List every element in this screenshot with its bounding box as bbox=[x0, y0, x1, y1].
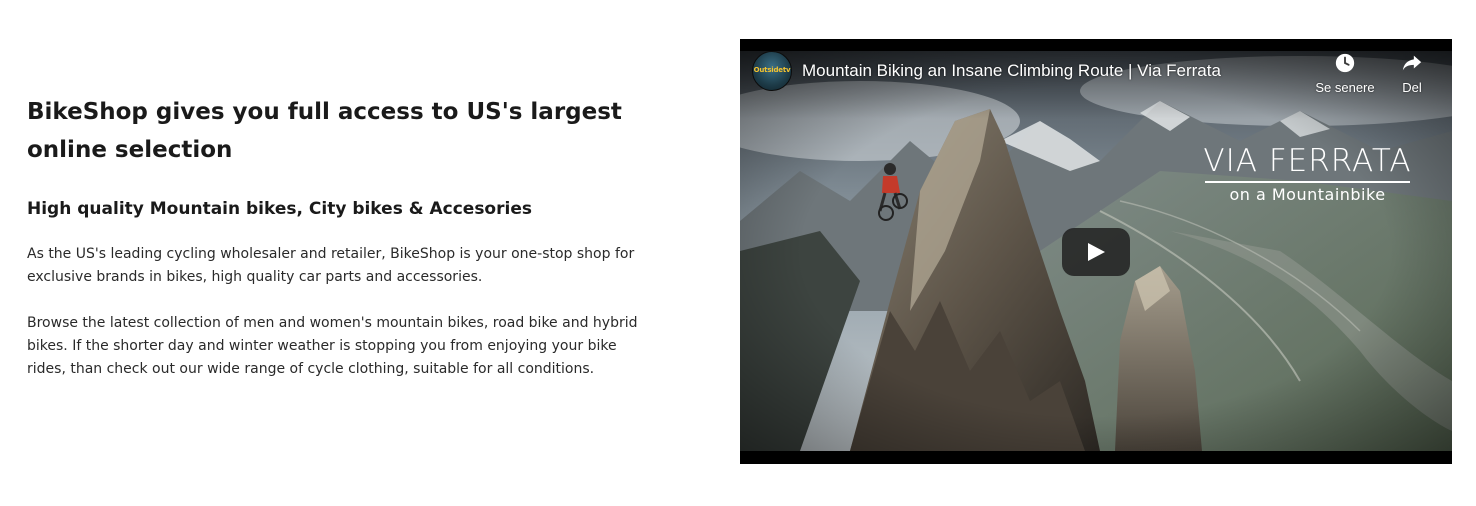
thumbnail-overlay-title: VIA FERRATA on a Mountainbike bbox=[1195, 143, 1420, 204]
overlay-title-main: VIA FERRATA bbox=[1203, 143, 1412, 179]
page-headline: BikeShop gives you full access to US's l… bbox=[27, 99, 622, 163]
page: BikeShop gives you full access to US's l… bbox=[0, 0, 1476, 506]
video-title-link[interactable]: Mountain Biking an Insane Climbing Route… bbox=[802, 61, 1221, 81]
channel-avatar[interactable]: Outsidetv bbox=[752, 51, 792, 91]
play-icon bbox=[1088, 243, 1105, 261]
sub-headline: High quality Mountain bikes, City bikes … bbox=[27, 199, 532, 219]
share-arrow-icon bbox=[1402, 55, 1422, 71]
browse-paragraph: Browse the latest collection of men and … bbox=[27, 315, 638, 377]
share-label: Del bbox=[1402, 80, 1422, 95]
video-embed[interactable]: Outsidetv Mountain Biking an Insane Clim… bbox=[740, 39, 1452, 464]
play-button[interactable] bbox=[1062, 228, 1130, 276]
content-section: BikeShop gives you full access to US's l… bbox=[27, 93, 667, 381]
channel-avatar-logo: Outsidetv bbox=[753, 66, 791, 74]
overlay-title-sub: on a Mountainbike bbox=[1229, 185, 1386, 204]
clock-icon bbox=[1335, 53, 1355, 73]
share-button[interactable]: Del bbox=[1392, 52, 1432, 95]
watch-later-button[interactable]: Se senere bbox=[1310, 52, 1380, 95]
watch-later-label: Se senere bbox=[1315, 80, 1375, 95]
overlay-title-rule bbox=[1205, 181, 1410, 183]
intro-paragraph: As the US's leading cycling wholesaler a… bbox=[27, 246, 635, 285]
